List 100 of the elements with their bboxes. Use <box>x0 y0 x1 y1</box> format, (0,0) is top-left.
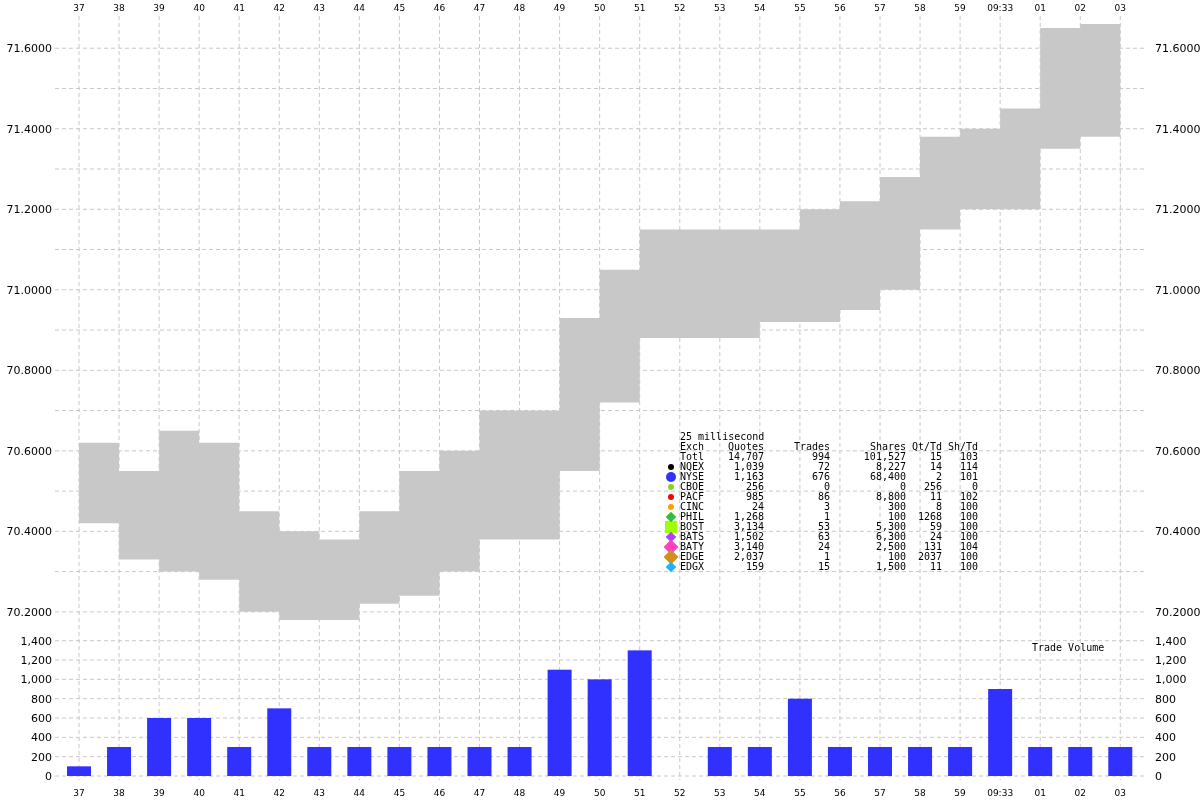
legend-cell-text: 159 <box>745 562 764 572</box>
legend-cell-text: 24 <box>928 532 942 542</box>
legend-cell-text: PHIL <box>680 512 706 522</box>
time-tick-label: 45 <box>393 3 406 13</box>
legend-cell-text: 8,800 <box>874 492 906 502</box>
time-tick-label: 44 <box>353 788 366 798</box>
legend-cell-text: 3 <box>822 502 830 512</box>
legend-cell-text: 100 <box>958 502 978 512</box>
volume-tick-label: 800 <box>1155 692 1176 706</box>
time-tick-label: 51 <box>633 3 646 13</box>
legend-cell-text: 100 <box>887 552 906 562</box>
legend-column-header: Shares <box>868 442 906 452</box>
price-tick-label: 70.6000 <box>6 444 52 458</box>
legend-cell-text: 100 <box>958 522 978 532</box>
volume-tick-label: 1,000 <box>1155 673 1187 687</box>
price-tick-label: 71.0000 <box>1155 283 1200 297</box>
price-tick-label: 71.0000 <box>6 283 52 297</box>
time-tick-label: 51 <box>633 788 646 798</box>
time-tick-label: 59 <box>954 788 966 798</box>
legend-cell-text: 0 <box>970 482 978 492</box>
legend-cell-text: BATY <box>680 542 706 552</box>
volume-tick-label: 800 <box>31 692 52 706</box>
legend-cell-text: 1,268 <box>732 512 764 522</box>
time-tick-label: 47 <box>473 3 486 13</box>
legend-cell-text: NYSE <box>680 472 706 482</box>
price-tick-label: 70.4000 <box>6 525 52 539</box>
time-tick-label: 59 <box>954 3 966 13</box>
legend-cell-text: CBOE <box>680 482 706 492</box>
time-tick-label: 37 <box>73 3 85 13</box>
volume-chart-title: Trade Volume <box>1032 642 1105 653</box>
time-tick-label: 40 <box>193 788 205 798</box>
legend-cell-text: 15 <box>816 562 830 572</box>
legend-cell-text: 11 <box>928 562 942 572</box>
price-tick-label: 70.6000 <box>1155 444 1200 458</box>
legend-cell-text: 256 <box>922 482 942 492</box>
time-tick-label: 02 <box>1074 788 1086 798</box>
time-tick-label: 57 <box>874 788 886 798</box>
legend-cell-text: 104 <box>958 542 978 552</box>
time-tick-label: 37 <box>73 788 85 798</box>
volume-tick-label: 600 <box>1155 712 1176 725</box>
legend-cell-text: 5,300 <box>874 522 906 532</box>
legend-column-header: Qt/Td <box>910 442 942 452</box>
price-tick-label: 71.6000 <box>6 42 52 56</box>
price-tick-label: 71.2000 <box>6 203 52 217</box>
legend-title: 25 millisecond <box>679 432 766 442</box>
legend-cell-text: PACF <box>680 492 706 502</box>
time-tick-label: 50 <box>593 788 606 798</box>
time-tick-label: 54 <box>754 788 766 798</box>
time-tick-label: 03 <box>1114 788 1127 798</box>
price-tick-label: 71.6000 <box>1155 42 1200 56</box>
volume-tick-label: 1,200 <box>20 654 52 668</box>
legend-cell-text: 11 <box>928 492 942 502</box>
legend-cell-text: 114 <box>958 462 978 472</box>
time-tick-label: 58 <box>914 3 926 13</box>
legend-cell-text: 6,300 <box>874 532 906 542</box>
time-tick-label: 43 <box>313 788 326 798</box>
time-tick-label: 46 <box>433 3 446 13</box>
time-tick-label: 40 <box>193 3 205 13</box>
time-tick-label: 41 <box>233 3 245 13</box>
time-tick-label: 39 <box>153 788 165 798</box>
legend-cell-text: 2,037 <box>732 552 764 562</box>
time-tick-label: 01 <box>1034 788 1046 798</box>
price-tick-label: 70.2000 <box>1155 605 1200 619</box>
legend-cell-text: 53 <box>816 522 830 532</box>
legend-cell-text: 102 <box>958 492 978 502</box>
time-tick-label: 42 <box>273 3 285 13</box>
time-tick-label: 45 <box>393 788 406 798</box>
time-tick-label: 57 <box>874 3 886 13</box>
volume-tick-label: 1,000 <box>20 673 52 687</box>
volume-tick-label: 0 <box>45 770 52 783</box>
legend-cell-text: 72 <box>816 462 830 472</box>
volume-tick-label: 1,400 <box>1155 634 1187 648</box>
legend-cell-text: 1,039 <box>733 462 764 472</box>
time-tick-label: 02 <box>1074 3 1086 13</box>
legend-cell-text: NQEX <box>680 462 706 472</box>
legend-cell-text: 300 <box>887 502 906 512</box>
time-tick-label: 48 <box>513 788 526 798</box>
time-tick-label: 03 <box>1114 3 1127 13</box>
legend-cell-text: 100 <box>958 562 978 572</box>
price-tick-label: 71.4000 <box>1155 122 1200 136</box>
legend-cell-text: EDGX <box>680 562 706 572</box>
time-tick-label: 38 <box>113 788 125 798</box>
legend-cell-text: 0 <box>822 482 830 492</box>
volume-tick-label: 1,200 <box>1155 654 1187 668</box>
time-tick-label: 49 <box>553 788 566 798</box>
legend-cell-text: 1 <box>822 512 830 522</box>
legend-cell-text: 103 <box>958 452 978 462</box>
legend-column-header: Sh/Td <box>946 442 978 452</box>
legend-column-header: Quotes <box>726 442 764 452</box>
legend-column-header: Exch <box>680 442 706 452</box>
legend-cell-text: 86 <box>816 492 830 502</box>
time-tick-label: 42 <box>273 788 285 798</box>
legend-cell-text: 100 <box>886 512 906 522</box>
time-tick-label: 56 <box>834 3 846 13</box>
price-tick-label: 71.4000 <box>6 122 52 136</box>
legend-cell-text: 8 <box>934 502 942 512</box>
legend-cell-text: 1268 <box>916 512 942 522</box>
legend-cell-text: 14 <box>928 462 942 472</box>
volume-tick-label: 600 <box>31 712 52 725</box>
price-tick-label: 70.4000 <box>1155 525 1200 539</box>
